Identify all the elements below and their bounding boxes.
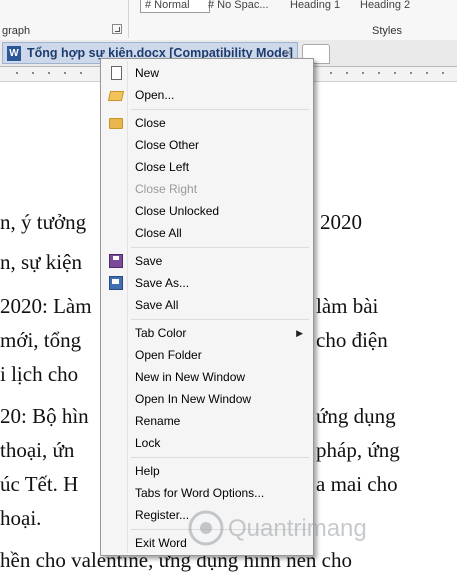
menu-item-label: Close Other (135, 138, 200, 152)
menu-item-lock[interactable]: Lock (103, 432, 311, 454)
menu-item-label: Tabs for Word Options... (135, 486, 265, 500)
menu-item-tab-color[interactable]: Tab Color ▶ (103, 322, 311, 344)
style-heading-2[interactable]: Heading 2 (360, 0, 410, 12)
dialog-launcher-icon[interactable] (112, 24, 122, 34)
word-icon: W (7, 46, 21, 61)
menu-item-close-other[interactable]: Close Other (103, 134, 311, 156)
menu-item-close-unlocked[interactable]: Close Unlocked (103, 200, 311, 222)
menu-item-save[interactable]: Save (103, 250, 311, 272)
doc-text: ứng dụng (316, 404, 396, 428)
save-icon (109, 254, 123, 268)
menu-item-label: Lock (135, 436, 161, 450)
submenu-arrow-icon: ▶ (296, 328, 303, 338)
menu-item-open-folder[interactable]: Open Folder (103, 344, 311, 366)
menu-item-save-as[interactable]: Save As... (103, 272, 311, 294)
menu-item-close-left[interactable]: Close Left (103, 156, 311, 178)
menu-item-label: Close Left (135, 160, 190, 174)
style-no-spacing[interactable]: # No Spac... (208, 0, 269, 12)
doc-text: cho điện (316, 328, 388, 352)
menu-item-label: Close Unlocked (135, 204, 220, 218)
menu-item-new-in-new-window[interactable]: New in New Window (103, 366, 311, 388)
doc-text: n, ý tưởng (0, 210, 87, 234)
menu-item-label: Save (135, 254, 163, 268)
doc-text: n, sự kiện (0, 250, 82, 274)
style-normal[interactable]: # Normal (140, 0, 210, 13)
menu-item-close-all[interactable]: Close All (103, 222, 311, 244)
new-doc-icon (111, 66, 122, 80)
paragraph-group-label: graph (2, 25, 31, 37)
menu-item-label: Save All (135, 298, 179, 312)
menu-separator (131, 457, 309, 458)
ribbon-divider (128, 0, 129, 38)
menu-item-help[interactable]: Help (103, 460, 311, 482)
menu-item-close[interactable]: Close (103, 112, 311, 134)
menu-item-options[interactable]: Tabs for Word Options... (103, 482, 311, 504)
menu-item-new[interactable]: New (103, 62, 311, 84)
doc-text: hoại. (0, 506, 42, 530)
ribbon: # Normal # No Spac... Heading 1 Heading … (0, 0, 457, 41)
menu-item-label: Close All (135, 226, 182, 240)
menu-item-label: Open In New Window (135, 392, 252, 406)
menu-item-close-right: Close Right (103, 178, 311, 200)
menu-item-save-all[interactable]: Save All (103, 294, 311, 316)
doc-text: i lịch cho (0, 362, 79, 386)
menu-separator (131, 247, 309, 248)
close-folder-icon (109, 118, 123, 129)
menu-item-label: Exit Word (135, 536, 187, 550)
doc-text: thoại, ứn (0, 438, 75, 462)
menu-item-label: Close (135, 116, 166, 130)
doc-text: 2020: Làm (0, 294, 92, 318)
style-heading-1[interactable]: Heading 1 (290, 0, 340, 12)
watermark-logo: Quantrimang (188, 510, 367, 546)
save-as-icon (109, 276, 123, 290)
menu-item-label: Open... (135, 88, 175, 102)
menu-item-rename[interactable]: Rename (103, 410, 311, 432)
menu-item-label: Close Right (135, 182, 198, 196)
menu-item-label: Help (135, 464, 160, 478)
doc-text: làm bài (316, 294, 379, 318)
doc-text: mới, tổng (0, 328, 82, 352)
doc-text: úc Tết. H (0, 472, 79, 496)
menu-item-label: Tab Color (135, 326, 187, 340)
menu-item-open[interactable]: Open... (103, 84, 311, 106)
doc-text: pháp, ứng (316, 438, 400, 462)
doc-text: 20: Bộ hìn (0, 404, 89, 428)
menu-item-label: Open Folder (135, 348, 202, 362)
menu-separator (131, 109, 309, 110)
menu-item-label: New (135, 66, 160, 80)
open-folder-icon (107, 91, 125, 101)
menu-item-label: Rename (135, 414, 181, 428)
styles-group-label: Styles (372, 25, 402, 37)
doc-text: 2020 (320, 210, 362, 234)
tab-context-menu: New Open... Close Close Other Close Left… (100, 58, 314, 556)
menu-separator (131, 319, 309, 320)
menu-item-label: New in New Window (135, 370, 246, 384)
menu-item-open-in-new-window[interactable]: Open In New Window (103, 388, 311, 410)
menu-item-label: Register... (135, 508, 190, 522)
doc-text: a mai cho (316, 472, 398, 496)
watermark-text: Quantrimang (228, 515, 367, 542)
menu-item-label: Save As... (135, 276, 190, 290)
